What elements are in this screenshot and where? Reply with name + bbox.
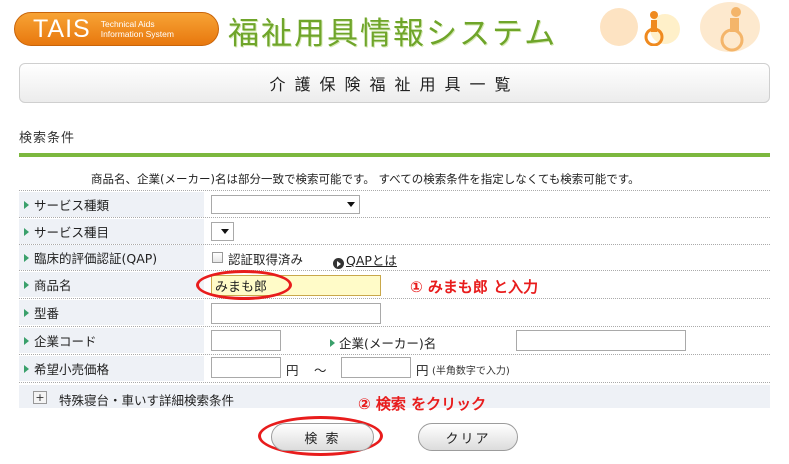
arrow-right-icon: [24, 253, 29, 262]
play-circle-icon: [333, 258, 344, 269]
price-unit-min: 円: [286, 363, 299, 378]
company-code-input[interactable]: [211, 330, 281, 351]
price-range-tilde: 〜: [314, 363, 327, 378]
qap-label: 臨床的評価認証(QAP): [34, 251, 158, 266]
service-item-label-cell: サービス種目: [19, 219, 204, 244]
price-label-cell: 希望小売価格: [19, 356, 204, 381]
row-divider: [19, 217, 770, 218]
wheelchair-user-icon: [720, 7, 744, 52]
company-name-label: 企業(メーカー)名: [339, 336, 437, 351]
product-name-label-cell: 商品名: [19, 272, 204, 297]
wheelchair-icon: [644, 11, 664, 46]
company-code-label: 企業コード: [34, 334, 97, 349]
arrow-right-icon: [330, 338, 335, 347]
company-name-label-cell: 企業(メーカー)名: [330, 333, 436, 352]
detail-search-label[interactable]: 特殊寝台・車いす詳細検索条件: [59, 390, 234, 409]
product-name-label: 商品名: [34, 278, 72, 293]
price-label: 希望小売価格: [34, 362, 110, 377]
annotation-step-2: ② 検索 をクリック: [358, 395, 487, 413]
logo-main-text: TAIS: [33, 14, 91, 43]
arrow-right-icon: [24, 227, 29, 236]
dropdown-arrow-icon: [221, 229, 229, 234]
price-unit-max: 円: [416, 363, 429, 378]
arrow-right-icon: [24, 308, 29, 317]
annotation-step-1: ① みまも郎 と入力: [410, 278, 539, 296]
annotation-oval-product-name: [196, 270, 292, 300]
dropdown-arrow-icon: [347, 202, 355, 207]
qap-certified-checkbox[interactable]: [212, 252, 223, 263]
section-divider: [19, 153, 770, 157]
service-item-label: サービス種目: [34, 225, 110, 240]
row-divider: [19, 270, 770, 271]
row-divider: [19, 326, 770, 327]
qap-info-link[interactable]: QAPとは: [346, 250, 397, 269]
company-name-input[interactable]: [516, 330, 686, 351]
model-label-cell: 型番: [19, 300, 204, 325]
logo-sub-text: Technical Aids Information System: [101, 19, 174, 39]
logo-sub-line-2: Information System: [100, 29, 174, 39]
row-divider: [19, 354, 770, 355]
qap-checkbox-label[interactable]: 認証取得済み: [228, 249, 303, 268]
clear-button[interactable]: クリア: [418, 423, 518, 451]
service-type-label-cell: サービス種類: [19, 192, 204, 217]
arrow-right-icon: [24, 364, 29, 373]
model-number-input[interactable]: [211, 303, 381, 324]
site-title: 福祉用具情報システム: [228, 16, 558, 52]
page-title: 介護保険福祉用具一覧: [269, 75, 520, 94]
logo-sub-line-1: Technical Aids: [100, 19, 155, 29]
row-divider: [19, 382, 770, 383]
expand-detail-button[interactable]: +: [33, 391, 47, 404]
service-item-select[interactable]: [211, 222, 234, 241]
company-code-label-cell: 企業コード: [19, 328, 204, 353]
price-max-input[interactable]: [341, 357, 411, 378]
service-type-label: サービス種類: [34, 198, 110, 213]
search-button[interactable]: 検 索: [271, 423, 374, 451]
search-note: 商品名、企業(メーカー)名は部分一致で検索可能です。 すべての検索条件を指定しな…: [91, 172, 640, 186]
tais-logo[interactable]: TAIS Technical Aids Information System: [14, 12, 219, 46]
row-divider: [19, 190, 770, 191]
row-divider: [19, 298, 770, 299]
qap-label-cell: 臨床的評価認証(QAP): [19, 245, 204, 270]
arrow-right-icon: [24, 200, 29, 209]
header-illustration: [590, 0, 789, 56]
price-input-note: (半角数字で入力): [432, 366, 510, 377]
arrow-right-icon: [24, 280, 29, 289]
price-min-input[interactable]: [211, 357, 281, 378]
section-title: 検索条件: [19, 131, 76, 146]
arrow-right-icon: [24, 336, 29, 345]
page-title-box: 介護保険福祉用具一覧: [19, 63, 770, 103]
model-label: 型番: [34, 306, 60, 321]
service-type-select[interactable]: [211, 195, 360, 214]
